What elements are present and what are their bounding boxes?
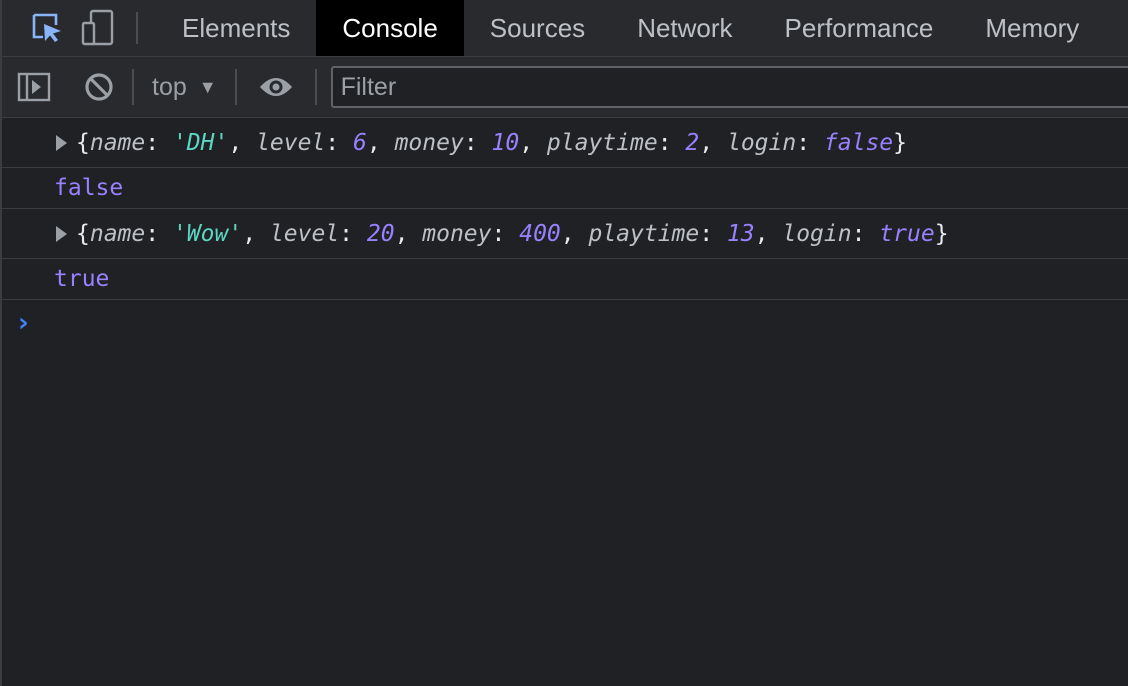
console-toolbar: top ▼ xyxy=(2,57,1128,118)
devtools-tabbar: Elements Console Sources Network Perform… xyxy=(2,0,1128,57)
expand-triangle-icon[interactable] xyxy=(56,225,67,242)
inspect-element-button[interactable] xyxy=(2,0,70,56)
tab-console[interactable]: Console xyxy=(316,0,464,56)
context-selector[interactable]: top ▼ xyxy=(152,73,217,102)
tab-sources[interactable]: Sources xyxy=(464,0,611,56)
console-prompt[interactable]: › xyxy=(2,300,1128,346)
show-sidebar-icon xyxy=(17,72,51,102)
expand-triangle-icon[interactable] xyxy=(56,134,67,151)
tabbar-divider xyxy=(136,12,138,44)
eye-icon xyxy=(259,78,292,96)
boolean-value: false xyxy=(54,175,124,201)
toolbar-divider xyxy=(132,69,134,105)
filter-box xyxy=(330,66,1128,108)
console-message-boolean: false xyxy=(2,168,1128,209)
tab-elements[interactable]: Elements xyxy=(156,0,316,56)
console-output: {name: 'DH', level: 6, money: 10, playti… xyxy=(2,118,1128,346)
tab-performance[interactable]: Performance xyxy=(759,0,960,56)
toolbar-divider xyxy=(314,69,317,105)
object-preview[interactable]: {name: 'DH', level: 6, money: 10, playti… xyxy=(76,130,907,156)
device-toolbar-button[interactable] xyxy=(70,0,126,56)
prompt-chevron-icon: › xyxy=(18,308,29,338)
console-message-object: {name: 'DH', level: 6, money: 10, playti… xyxy=(2,118,1128,168)
inspect-element-icon xyxy=(32,13,61,42)
show-sidebar-button[interactable] xyxy=(2,72,66,102)
context-label: top xyxy=(152,72,187,101)
live-expression-button[interactable] xyxy=(237,75,315,99)
devtools-window: Elements Console Sources Network Perform… xyxy=(0,0,1128,686)
chevron-down-icon: ▼ xyxy=(198,76,217,97)
console-message-object: {name: 'Wow', level: 20, money: 400, pla… xyxy=(2,209,1128,259)
tab-memory[interactable]: Memory xyxy=(959,0,1105,56)
console-message-boolean: true xyxy=(2,259,1128,300)
device-toolbar-icon xyxy=(81,9,114,46)
filter-input[interactable] xyxy=(332,72,1128,102)
boolean-value: true xyxy=(54,266,110,292)
clear-console-button[interactable] xyxy=(66,72,132,102)
clear-console-icon xyxy=(85,73,113,101)
tab-network[interactable]: Network xyxy=(611,0,758,56)
object-preview[interactable]: {name: 'Wow', level: 20, money: 400, pla… xyxy=(76,221,949,247)
